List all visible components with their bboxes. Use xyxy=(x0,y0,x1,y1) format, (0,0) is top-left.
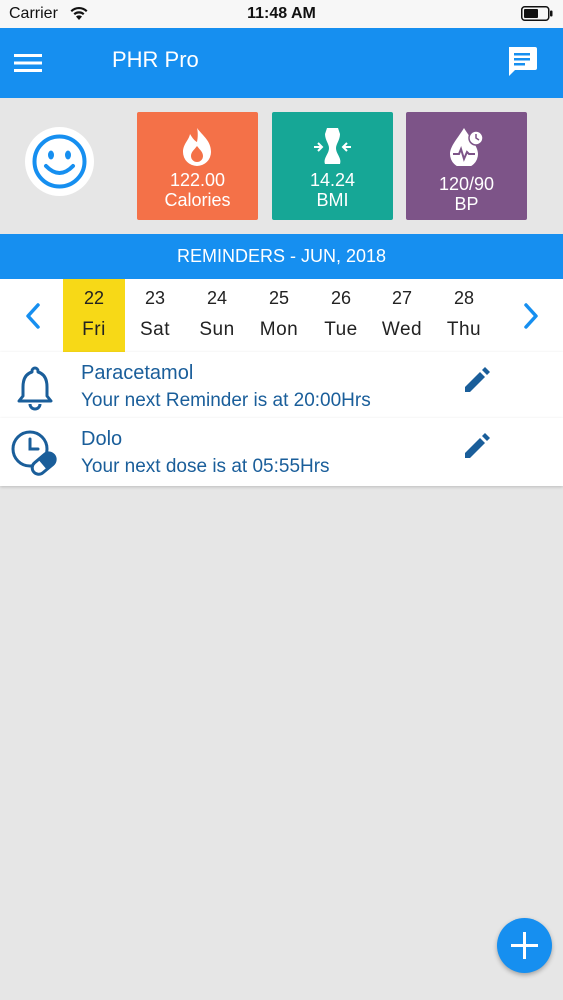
reminder-subtitle: Your next dose is at 05:55Hrs xyxy=(81,456,330,477)
hamburger-icon[interactable] xyxy=(14,48,42,78)
reminder-title: Dolo xyxy=(81,428,123,450)
body-measure-icon xyxy=(314,128,351,164)
edit-icon[interactable] xyxy=(460,430,492,462)
bp-label: BP xyxy=(454,194,479,214)
day-name: Mon xyxy=(259,319,299,340)
battery-icon xyxy=(521,6,553,21)
chat-icon[interactable] xyxy=(505,44,539,78)
day-name: Sat xyxy=(139,319,171,340)
list-item[interactable]: Dolo Your next dose is at 05:55Hrs xyxy=(0,418,563,486)
day-sun[interactable]: 24 Sun xyxy=(186,279,248,352)
week-selector: 22 Fri 23 Sat 24 Sun 25 Mon 26 Tue 27 We… xyxy=(0,279,563,352)
day-number: 25 xyxy=(268,288,290,308)
add-reminder-button[interactable] xyxy=(497,918,552,973)
avatar[interactable] xyxy=(25,127,94,196)
day-number: 26 xyxy=(330,288,352,308)
day-thu[interactable]: 28 Thu xyxy=(433,279,495,352)
day-number: 28 xyxy=(453,288,475,308)
day-tue[interactable]: 26 Tue xyxy=(310,279,372,352)
day-number: 23 xyxy=(144,288,166,308)
reminder-subtitle: Your next Reminder is at 20:00Hrs xyxy=(81,390,371,411)
smiley-face-icon xyxy=(32,134,87,189)
list-item[interactable]: Paracetamol Your next Reminder is at 20:… xyxy=(0,352,563,420)
day-number: 24 xyxy=(206,288,228,308)
day-name: Sun xyxy=(199,319,235,340)
day-name: Thu xyxy=(446,319,482,340)
day-sat[interactable]: 23 Sat xyxy=(124,279,186,352)
reminders-header: REMINDERS - JUN, 2018 xyxy=(0,234,563,279)
app-title: PHR Pro xyxy=(112,47,199,72)
day-name: Fri xyxy=(82,319,106,340)
edit-icon[interactable] xyxy=(460,364,492,396)
bell-icon xyxy=(17,366,53,411)
calories-card[interactable]: 122.00 Calories xyxy=(137,112,258,220)
day-fri[interactable]: 22 Fri xyxy=(63,279,125,352)
day-name: Tue xyxy=(324,319,358,340)
status-time: 11:48 AM xyxy=(247,5,316,22)
day-number: 27 xyxy=(391,288,413,308)
bp-value: 120/90 xyxy=(438,174,495,194)
bmi-value: 14.24 xyxy=(309,170,356,190)
bp-card[interactable]: 120/90 BP xyxy=(406,112,527,220)
app-header: PHR Pro xyxy=(0,28,563,98)
bmi-card[interactable]: 14.24 BMI xyxy=(272,112,393,220)
calories-label: Calories xyxy=(164,190,231,210)
blood-drop-icon xyxy=(450,128,484,166)
chevron-right-icon[interactable] xyxy=(520,301,542,331)
health-stats: 122.00 Calories 14.24 BMI 120/90 BP xyxy=(0,98,563,234)
flame-icon xyxy=(183,128,211,166)
calories-value: 122.00 xyxy=(169,170,226,190)
reminder-title: Paracetamol xyxy=(81,362,194,384)
plus-icon xyxy=(511,932,538,959)
day-mon[interactable]: 25 Mon xyxy=(248,279,310,352)
day-wed[interactable]: 27 Wed xyxy=(371,279,433,352)
day-name: Wed xyxy=(381,319,423,340)
chevron-left-icon[interactable] xyxy=(22,301,44,331)
status-bar: Carrier 11:48 AM xyxy=(0,0,563,28)
pill-clock-icon xyxy=(11,430,57,476)
day-number: 22 xyxy=(83,288,105,308)
bmi-label: BMI xyxy=(316,190,349,210)
